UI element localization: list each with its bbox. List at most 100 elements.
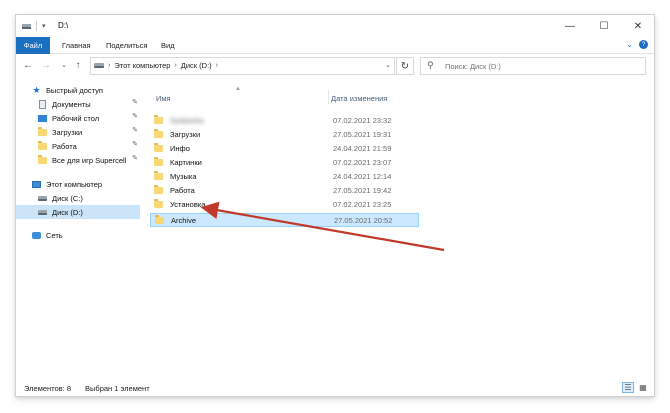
computer-icon	[32, 180, 41, 189]
column-header-name[interactable]: Имя	[156, 94, 171, 103]
chevron-right-icon[interactable]: ›	[174, 62, 176, 69]
pin-icon[interactable]: ✎	[132, 140, 138, 148]
quick-access-toolbar: ▾	[22, 21, 46, 31]
forward-button[interactable]: →	[40, 59, 52, 73]
nav-item-documents[interactable]: Документы ✎	[16, 97, 140, 111]
chevron-right-icon[interactable]: ›	[108, 62, 110, 69]
file-date: 07.02.2021 23:25	[333, 199, 392, 209]
large-icons-view-icon: ▦	[639, 383, 647, 392]
tab-share[interactable]: Поделиться	[106, 37, 147, 54]
folder-icon	[154, 128, 163, 138]
folder-icon	[38, 154, 47, 165]
nav-item-downloads[interactable]: Загрузки ✎	[16, 125, 140, 139]
chevron-right-icon[interactable]: ›	[216, 62, 218, 69]
file-date: 27.05.2021 20:52	[334, 215, 393, 225]
status-bar: Элементов: 8 Выбран 1 элемент ☰ ▦	[16, 380, 654, 396]
table-row[interactable]: Работа 27.05.2021 19:42	[150, 183, 419, 197]
nav-item-drive-d[interactable]: Диск (D:)	[16, 205, 140, 219]
nav-item-label: Рабочий стол	[52, 113, 100, 123]
table-row-selected[interactable]: Archive 27.05.2021 20:52	[150, 213, 419, 227]
navigation-pane: ★ Быстрый доступ Документы ✎ Рабочий сто…	[16, 78, 140, 380]
search-input[interactable]	[445, 60, 635, 72]
chevron-down-icon[interactable]: ⌄	[626, 40, 633, 49]
breadcrumb-drive-d[interactable]: Диск (D:)	[181, 61, 212, 70]
nav-item-label: Все для игр Supercell	[52, 155, 127, 165]
file-date: 07.02.2021 23:32	[333, 115, 392, 125]
minimize-button[interactable]: —	[554, 15, 586, 37]
up-button[interactable]: ↑	[72, 59, 84, 73]
nav-item-label: Работа	[52, 141, 77, 151]
close-icon: ✕	[633, 20, 643, 32]
file-name: Установка	[170, 199, 206, 209]
details-view-button[interactable]: ☰	[622, 382, 634, 393]
help-icon[interactable]: ?	[639, 40, 648, 49]
pin-icon[interactable]: ✎	[132, 98, 138, 106]
pin-icon[interactable]: ✎	[132, 112, 138, 120]
customize-toolbar-icon[interactable]: ▾	[42, 22, 46, 30]
back-button[interactable]: ←	[22, 59, 34, 73]
file-date: 24.04.2021 12:14	[333, 171, 392, 181]
nav-item-drive-c[interactable]: Диск (C:)	[16, 191, 140, 205]
desktop-icon	[38, 114, 47, 123]
arrow-left-icon: ←	[23, 60, 33, 71]
table-row[interactable]: Картинки 07.02.2021 23:07	[150, 155, 419, 169]
table-row[interactable]: Инфо 24.04.2021 21:59	[150, 141, 419, 155]
file-date: 07.02.2021 23:07	[333, 157, 392, 167]
table-row[interactable]: Установка 07.02.2021 23:25	[150, 197, 419, 211]
breadcrumb-this-pc[interactable]: Этот компьютер	[114, 61, 170, 70]
search-icon: ⚲	[427, 60, 434, 70]
nav-item-label: Диск (D:)	[52, 207, 83, 217]
folder-icon	[154, 114, 163, 124]
network-icon	[32, 231, 41, 240]
folder-icon	[38, 126, 47, 137]
file-name: Инфо	[170, 143, 190, 153]
nav-item-network[interactable]: Сеть	[16, 228, 140, 242]
drive-icon	[94, 63, 104, 68]
nav-item-label: Сеть	[46, 230, 63, 240]
nav-item-desktop[interactable]: Рабочий стол ✎	[16, 111, 140, 125]
drive-icon	[38, 194, 47, 203]
tab-view[interactable]: Вид	[161, 37, 175, 54]
maximize-button[interactable]: ☐	[588, 15, 620, 37]
minimize-icon: —	[565, 20, 575, 32]
breadcrumb: › Этот компьютер › Диск (D:) ›	[94, 61, 218, 70]
folder-icon	[154, 198, 163, 208]
drive-icon	[22, 23, 31, 29]
folder-icon	[154, 142, 163, 152]
maximize-icon: ☐	[599, 20, 609, 32]
sort-ascending-icon: ▲	[235, 86, 241, 92]
tab-home[interactable]: Главная	[62, 37, 91, 54]
column-header-date[interactable]: Дата изменения	[331, 94, 387, 103]
search-box[interactable]: ⚲	[420, 57, 646, 75]
file-name: Archive	[171, 215, 197, 225]
address-dropdown-icon[interactable]: ⌄	[385, 61, 391, 69]
file-name: Работа	[170, 185, 195, 195]
folder-icon	[38, 140, 47, 151]
file-date: 27.05.2021 19:31	[333, 129, 392, 139]
tab-file[interactable]: Файл	[16, 37, 50, 54]
large-icons-view-button[interactable]: ▦	[637, 382, 649, 393]
ribbon-controls: ⌄ ?	[626, 40, 648, 49]
nav-item-work[interactable]: Работа ✎	[16, 139, 140, 153]
nav-item-this-pc[interactable]: Этот компьютер	[16, 177, 140, 191]
close-button[interactable]: ✕	[622, 15, 654, 37]
refresh-button[interactable]: ↻	[396, 57, 414, 75]
refresh-icon: ↻	[400, 60, 410, 72]
pin-icon[interactable]: ✎	[132, 126, 138, 134]
nav-item-quick-access[interactable]: ★ Быстрый доступ	[16, 83, 140, 97]
details-view-icon: ☰	[624, 383, 632, 392]
file-name: Музыка	[170, 171, 197, 181]
nav-item-supercell[interactable]: Все для игр Supercell ✎	[16, 153, 140, 167]
nav-item-label: Загрузки	[52, 127, 83, 137]
ribbon-tabs: Файл Главная Поделиться Вид ⌄ ?	[16, 37, 654, 54]
folder-icon	[154, 156, 163, 166]
table-row[interactable]: Музыка 24.04.2021 12:14	[150, 169, 419, 183]
recent-locations-button[interactable]: ⌄	[58, 59, 70, 73]
nav-item-label: Документы	[52, 99, 91, 109]
file-name: Загрузки	[170, 129, 201, 139]
table-row[interactable]: Sysbanha 07.02.2021 23:32	[150, 113, 419, 127]
column-divider[interactable]	[328, 90, 329, 104]
pin-icon[interactable]: ✎	[132, 154, 138, 162]
table-row[interactable]: Загрузки 27.05.2021 19:31	[150, 127, 419, 141]
address-bar[interactable]: › Этот компьютер › Диск (D:) › ⌄	[90, 57, 395, 75]
